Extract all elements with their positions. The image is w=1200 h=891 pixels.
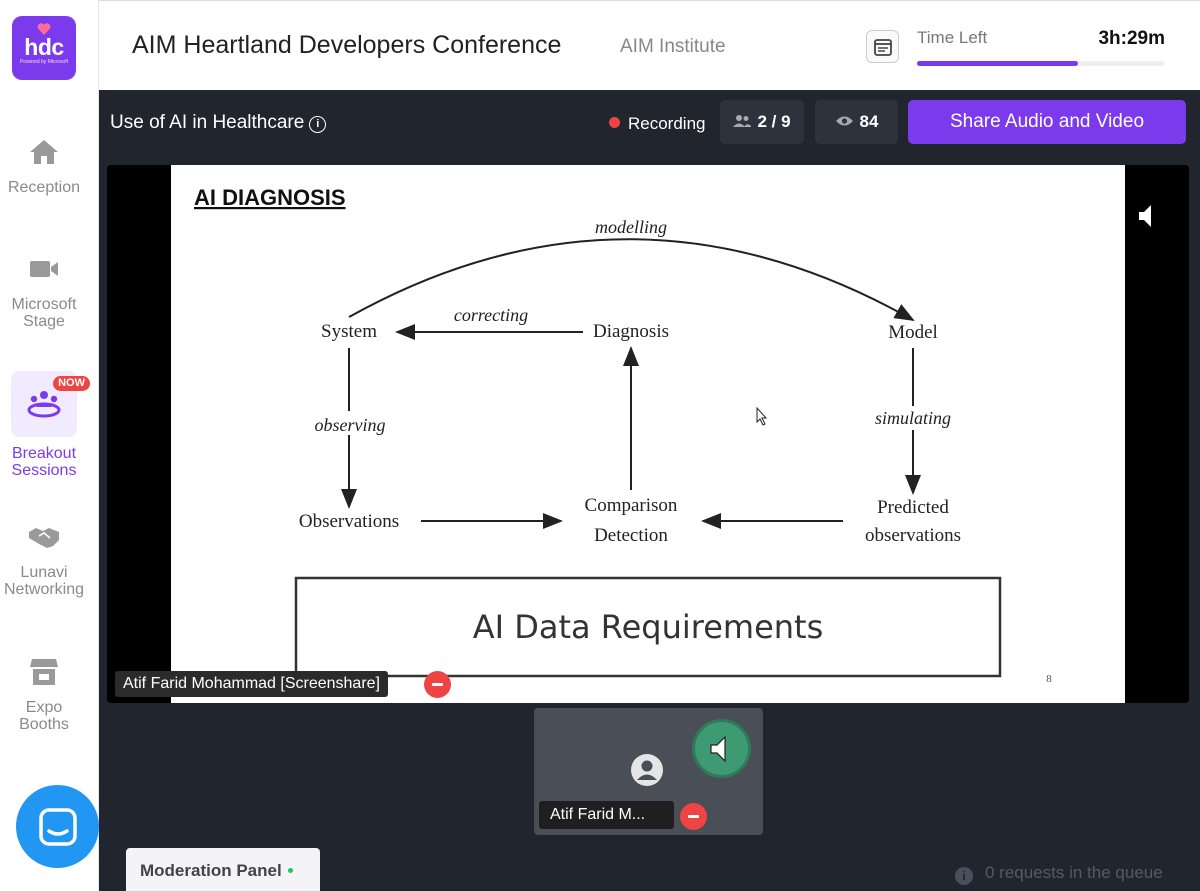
viewers-button[interactable]: 84 — [815, 100, 898, 144]
viewers-count: 84 — [859, 112, 879, 131]
handshake-icon — [29, 528, 59, 548]
time-left-value: 3h:29m — [1098, 28, 1165, 49]
logo-text: hdc — [24, 34, 64, 60]
node-observations: Observations — [299, 511, 399, 532]
people-icon — [733, 115, 752, 127]
edge-label-simulating: simulating — [875, 408, 951, 428]
time-left-label: Time Left — [917, 28, 988, 47]
slide-heading: AI DIAGNOSIS — [194, 185, 346, 210]
sidebar-item-breakout-sessions[interactable]: NOW Breakout Sessions — [0, 371, 90, 479]
info-icon: i — [955, 867, 973, 885]
participants-button[interactable]: 2 / 9 — [720, 100, 804, 144]
participant-tile[interactable]: Atif Farid M... — [534, 708, 763, 835]
participant-name-tag: Atif Farid M... — [539, 801, 674, 829]
edge-label-observing: observing — [315, 415, 386, 435]
sidebar: hdc Powered by Microsoft Reception Micro… — [0, 0, 99, 891]
room-title-text: Use of AI in Healthcare — [110, 112, 305, 133]
requirements-box-text: AI Data Requirements — [473, 608, 824, 646]
node-model: Model — [888, 322, 938, 343]
slide-page-number: 8 — [1046, 673, 1052, 685]
request-queue-status: i 0 requests in the queue — [955, 863, 1163, 885]
speaking-indicator — [692, 719, 751, 778]
now-badge: NOW — [53, 376, 90, 391]
node-predicted-observations: observations — [865, 525, 961, 546]
node-diagnosis: Diagnosis — [593, 321, 669, 342]
sidebar-item-lunavi-networking[interactable]: Lunavi Networking — [0, 520, 88, 598]
online-status-dot — [287, 868, 293, 873]
presentation-slide: AI DIAGNOSIS modelling System Diagnosis … — [171, 165, 1125, 703]
chat-icon — [39, 808, 77, 846]
breakout-icon-box: NOW — [11, 371, 90, 437]
sidebar-item-expo-booths[interactable]: Expo Booths — [0, 655, 88, 733]
time-progress-fill — [917, 61, 1078, 66]
queue-text: 0 requests in the queue — [985, 863, 1163, 882]
edge-label-modelling: modelling — [595, 217, 667, 237]
sidebar-item-reception[interactable]: Reception — [0, 135, 88, 196]
store-icon — [30, 659, 58, 685]
home-icon — [30, 140, 58, 164]
node-detection: Detection — [594, 525, 668, 546]
sidebar-item-label: Breakout Sessions — [11, 445, 77, 479]
remove-participant-icon[interactable] — [680, 803, 707, 830]
sidebar-item-label: Microsoft Stage — [11, 296, 77, 330]
recording-dot-icon — [609, 117, 620, 128]
sidebar-item-label: Lunavi Networking — [3, 564, 85, 598]
speaker-icon — [710, 735, 726, 763]
moderation-panel-label: Moderation Panel — [140, 861, 282, 880]
participants-count: 2 / 9 — [757, 112, 791, 131]
calendar-glyph — [874, 39, 892, 56]
time-progress-bar — [917, 61, 1164, 66]
remove-screenshare-icon[interactable] — [424, 671, 451, 698]
speaker-icon — [1139, 205, 1151, 227]
moderation-panel-tab[interactable]: Moderation Panel — [126, 848, 320, 891]
presenter-name-tag: Atif Farid Mohammad [Screenshare] — [115, 671, 388, 697]
recording-indicator: Recording — [609, 114, 706, 134]
session-area: Use of AI in Healthcare i Recording 2 / 9… — [99, 90, 1200, 891]
recording-label: Recording — [628, 114, 706, 133]
mouse-cursor-icon — [756, 406, 768, 426]
logo-subtext: Powered by Microsoft — [19, 59, 69, 65]
diagram: AI DIAGNOSIS modelling System Diagnosis … — [194, 185, 1052, 685]
avatar-icon — [631, 754, 663, 786]
conference-title: AIM Heartland Developers Conference — [132, 31, 562, 59]
node-system: System — [321, 321, 377, 342]
top-header: AIM Heartland Developers Conference AIM … — [99, 0, 1200, 90]
node-comparison: Comparison — [585, 495, 678, 516]
info-icon[interactable]: i — [309, 116, 327, 133]
share-audio-video-button[interactable]: Share Audio and Video — [908, 100, 1186, 144]
eye-icon — [835, 116, 853, 126]
room-title: Use of AI in Healthcare i — [110, 112, 327, 134]
node-predicted: Predicted — [877, 497, 949, 518]
modelling-arrow — [348, 238, 915, 321]
organizer-name[interactable]: AIM Institute — [620, 36, 726, 58]
calendar-icon[interactable] — [866, 30, 899, 63]
edge-label-correcting: correcting — [454, 305, 528, 325]
user-silhouette-icon — [637, 760, 657, 780]
sidebar-item-label: Reception — [7, 179, 81, 196]
screenshare-stage: AI DIAGNOSIS modelling System Diagnosis … — [107, 165, 1189, 703]
chat-support-button[interactable] — [16, 785, 99, 868]
sidebar-item-label: Expo Booths — [19, 699, 69, 733]
video-camera-icon — [30, 261, 58, 277]
sidebar-item-microsoft-stage[interactable]: Microsoft Stage — [0, 252, 88, 330]
hdc-logo[interactable]: hdc Powered by Microsoft — [12, 16, 76, 80]
